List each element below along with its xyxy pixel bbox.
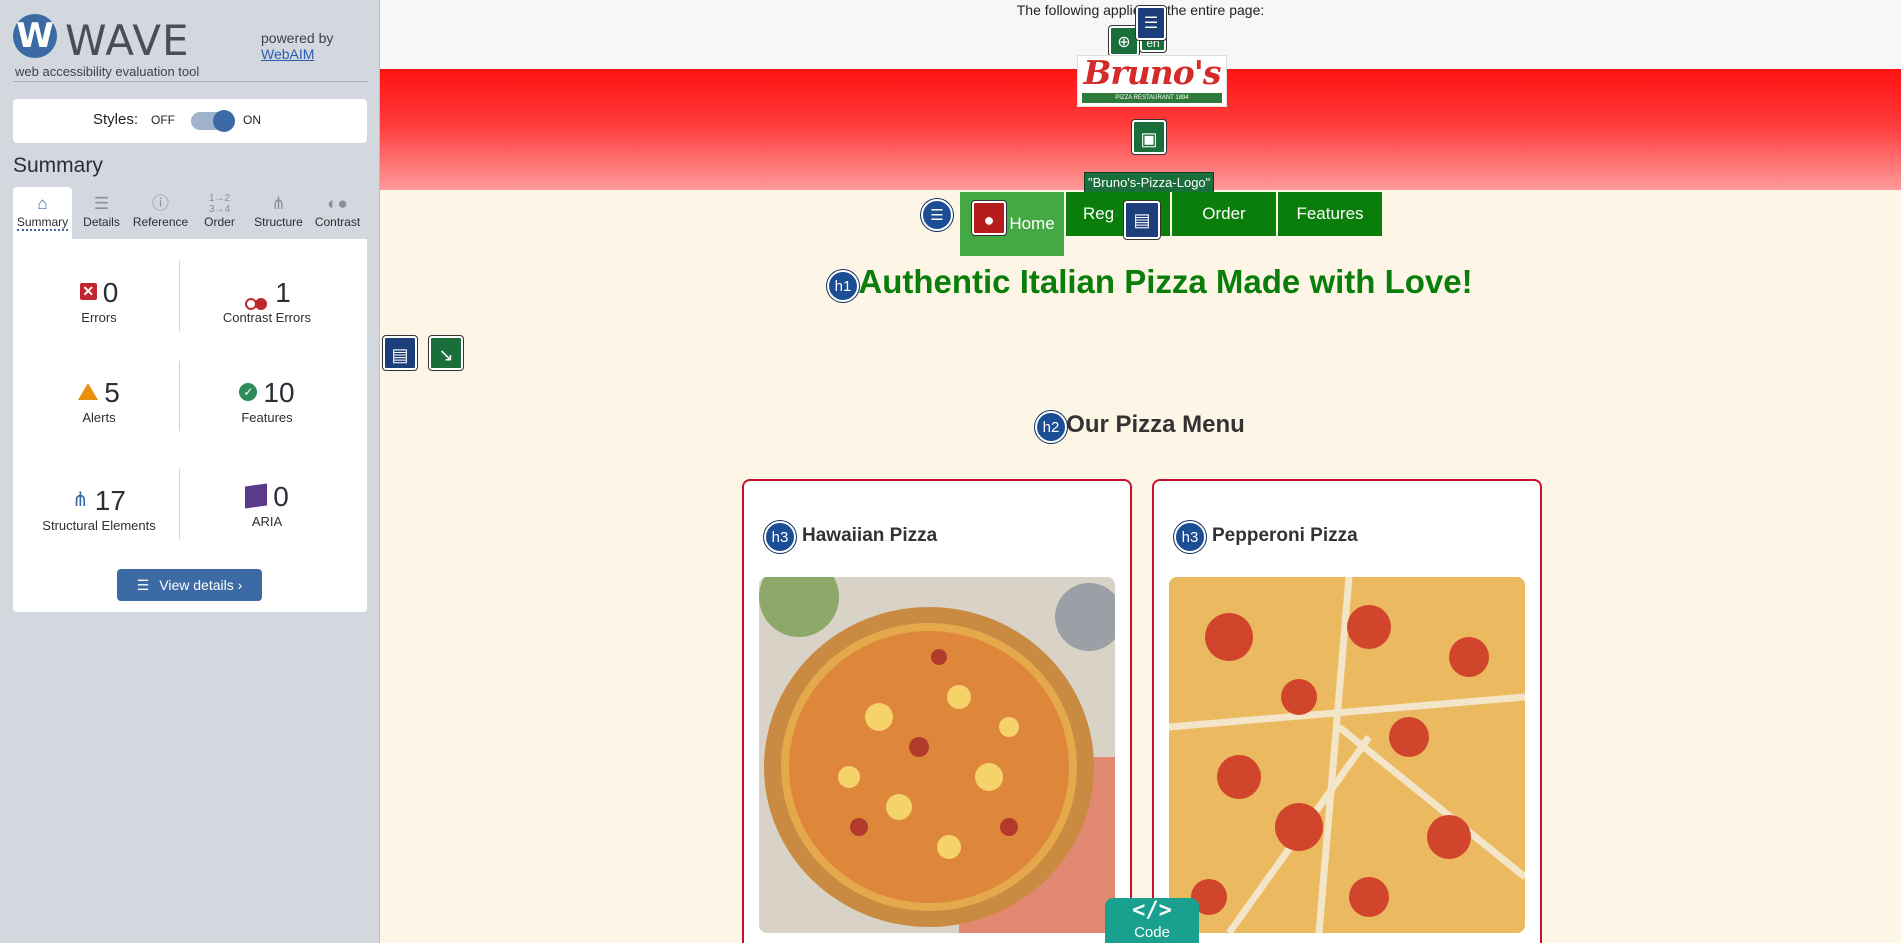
alerts-stat[interactable]: 5 Alerts	[19, 377, 179, 425]
logo-alt-text: "Bruno's-Pizza-Logo"	[1084, 172, 1215, 193]
tab-label: Summary	[16, 215, 69, 231]
region-icon[interactable]: ▤	[383, 336, 417, 370]
aria-count: 0	[273, 481, 289, 512]
h3-badge[interactable]: h3	[764, 521, 796, 553]
features-count: 10	[263, 377, 295, 408]
errors-count: 0	[102, 277, 119, 308]
language-icon[interactable]: ⊕	[1109, 26, 1139, 56]
structural-stat[interactable]: ⋔ 17 Structural Elements	[19, 485, 179, 533]
powered-by: powered by WebAIM	[261, 30, 333, 62]
region-icon[interactable]: ☰	[1136, 6, 1166, 40]
tab-contrast[interactable]: ◐● Contrast	[308, 187, 367, 239]
page-under-test: The following applies to the entire page…	[380, 0, 1901, 943]
divider	[179, 361, 180, 431]
home-icon: ⌂	[37, 194, 48, 213]
features-label: Features	[241, 410, 293, 425]
structure-icon: ⋔	[271, 194, 286, 213]
code-icon: </>	[1132, 898, 1172, 923]
styles-off-label: OFF	[151, 113, 175, 127]
styles-toggle-box: Styles: OFF ON	[13, 99, 367, 143]
summary-panel: ✕ 0 Errors 1 Contrast Errors 5 Alerts ✓ 10…	[13, 239, 367, 612]
pepperoni-pizza-image	[1169, 577, 1525, 933]
wave-title: WAVE	[65, 16, 190, 65]
info-icon: ⓘ	[152, 194, 169, 213]
tab-details[interactable]: ☰ Details	[72, 187, 131, 239]
structure-icon: ⋔	[72, 489, 89, 512]
errors-label: Errors	[81, 310, 117, 325]
webaim-link[interactable]: WebAIM	[261, 46, 333, 62]
pizza-title: Pepperoni Pizza	[1212, 525, 1358, 546]
logo-text: Bruno's	[1083, 53, 1222, 92]
feature-check-icon: ✓	[239, 382, 258, 401]
aria-label: ARIA	[251, 514, 283, 529]
pizza-title: Hawaiian Pizza	[802, 525, 938, 546]
wave-logo-icon: W	[13, 14, 57, 58]
alert-icon	[78, 383, 99, 401]
list-icon: ☰	[93, 194, 110, 213]
list-icon[interactable]: ☰	[921, 199, 953, 231]
powered-by-text: powered by	[261, 30, 334, 46]
contrast-error-icon	[243, 285, 269, 310]
wave-tabs: ⌂ Summary ☰ Details ⓘ Reference 1→2 3→4 O…	[13, 187, 367, 239]
tab-label: Reference	[132, 215, 189, 229]
structural-count: 17	[94, 485, 126, 516]
nav-register-label: Register	[1083, 204, 1113, 223]
divider	[179, 261, 180, 331]
logo-ribbon: PIZZA RESTAURANT 1894	[1082, 93, 1222, 103]
page-heading: Authentic Italian Pizza Made with Love!	[858, 263, 1473, 300]
summary-title: Summary	[13, 154, 103, 177]
tab-reference[interactable]: ⓘ Reference	[131, 187, 190, 239]
pizza-photo	[759, 577, 1115, 933]
tab-label: Contrast	[314, 215, 361, 229]
code-toggle-button[interactable]: </> Code	[1105, 898, 1199, 943]
styles-toggle[interactable]	[191, 110, 235, 132]
view-details-label: View details ›	[159, 577, 243, 593]
code-label: Code	[1134, 924, 1170, 941]
tab-summary[interactable]: ⌂ Summary	[13, 187, 72, 239]
tab-order[interactable]: 1→2 3→4 Order	[190, 187, 249, 239]
nav-features[interactable]: Features	[1278, 192, 1384, 236]
h3-badge[interactable]: h3	[1174, 521, 1206, 553]
tab-structure[interactable]: ⋔ Structure	[249, 187, 308, 239]
aria-stat[interactable]: 0 ARIA	[187, 481, 347, 529]
contrast-errors-label: Contrast Errors	[222, 310, 312, 325]
nav-order[interactable]: Order	[1172, 192, 1278, 236]
brunos-logo: Bruno's PIZZA RESTAURANT 1894	[1077, 55, 1227, 107]
wave-sidebar: W WAVE web accessibility evaluation tool…	[0, 0, 380, 943]
errors-stat[interactable]: ✕ 0 Errors	[19, 277, 179, 325]
divider	[179, 469, 180, 539]
structural-label: Structural Elements	[42, 518, 156, 533]
region-icon[interactable]: ▤	[1124, 201, 1160, 239]
styles-on-label: ON	[243, 113, 261, 127]
pizza-card: h3 Hawaiian Pizza	[742, 479, 1132, 943]
skip-link-icon[interactable]: ↘	[429, 336, 463, 370]
contrast-errors-count: 1	[275, 277, 291, 308]
hawaiian-pizza-image	[759, 577, 1115, 933]
order-icon: 1→2 3→4	[208, 193, 231, 215]
pizza-card: h3 Pepperoni Pizza	[1152, 479, 1542, 943]
contrast-error-icon[interactable]: ●	[972, 201, 1006, 235]
error-icon: ✕	[79, 283, 97, 301]
tab-label: Order	[204, 215, 235, 229]
tab-label: Details	[83, 215, 120, 229]
wave-header: W WAVE web accessibility evaluation tool…	[13, 14, 368, 82]
contrast-errors-stat[interactable]: 1 Contrast Errors	[187, 277, 347, 325]
view-details-button[interactable]: ☰ View details ›	[117, 569, 262, 601]
alerts-label: Alerts	[82, 410, 116, 425]
menu-heading: Our Pizza Menu	[1066, 411, 1245, 438]
list-icon: ☰	[136, 577, 150, 593]
image-alt-icon[interactable]: ▣	[1132, 120, 1166, 154]
wave-subtitle: web accessibility evaluation tool	[15, 64, 200, 79]
pizza-photo	[1169, 577, 1525, 933]
aria-icon	[245, 483, 268, 509]
main-nav: Home Register Order Features	[960, 192, 1384, 256]
contrast-icon: ◐●	[327, 194, 348, 213]
toggle-knob	[213, 110, 235, 132]
features-stat[interactable]: ✓ 10 Features	[187, 377, 347, 425]
tab-label: Structure	[254, 215, 303, 229]
alerts-count: 5	[104, 377, 120, 408]
styles-label: Styles:	[93, 111, 139, 128]
